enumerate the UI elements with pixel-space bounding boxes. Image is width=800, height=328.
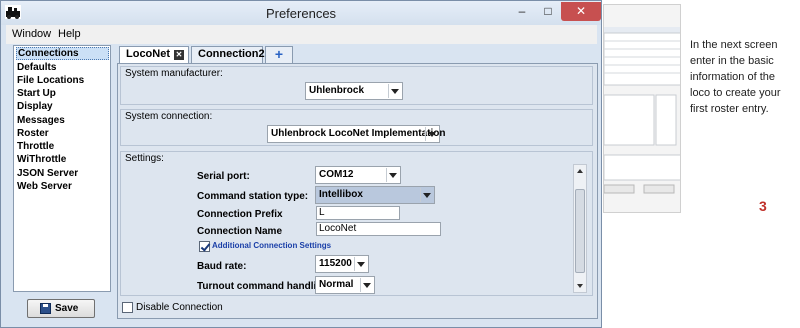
command-station-label: Command station type:: [197, 191, 309, 202]
system-manufacturer-label: System manufacturer:: [125, 68, 223, 79]
sidebar-item-messages[interactable]: Messages: [16, 114, 109, 127]
baud-rate-value: 115200: [319, 258, 352, 269]
sidebar-item-start-up[interactable]: Start Up: [16, 87, 109, 100]
sidebar-item-defaults[interactable]: Defaults: [16, 61, 109, 74]
sidebar-item-web-server[interactable]: Web Server: [16, 180, 109, 193]
save-button[interactable]: Save: [27, 299, 95, 318]
annotation-text: In the next screen enter in the basic in…: [690, 39, 781, 115]
chevron-down-icon: [354, 257, 367, 271]
baud-rate-label: Baud rate:: [197, 261, 247, 272]
connection-name-label: Connection Name: [197, 226, 283, 237]
menu-bar: Window Help: [6, 25, 597, 44]
floppy-disk-icon: [40, 303, 51, 314]
serial-port-label: Serial port:: [197, 171, 250, 182]
sidebar-item-roster[interactable]: Roster: [16, 127, 109, 140]
serial-port-select[interactable]: COM12: [315, 166, 401, 184]
connection-prefix-input[interactable]: L: [316, 206, 400, 220]
tab-loconet-label: LocoNet: [126, 48, 170, 60]
page-number: 3: [759, 198, 767, 214]
additional-settings-checkbox[interactable]: [199, 241, 210, 252]
sidebar-item-connections[interactable]: Connections: [16, 47, 109, 60]
chevron-down-icon: [420, 188, 433, 202]
command-station-value: Intellibox: [319, 189, 363, 200]
settings-label: Settings:: [125, 153, 164, 164]
minimize-button[interactable]: –: [509, 2, 535, 21]
scroll-up-icon[interactable]: [574, 165, 586, 177]
sidebar-item-display[interactable]: Display: [16, 100, 109, 113]
system-connection-label: System connection:: [125, 111, 213, 122]
sidebar-item-file-locations[interactable]: File Locations: [16, 74, 109, 87]
tab-connection2-label: Connection2: [198, 48, 265, 60]
chevron-down-icon: [386, 168, 399, 182]
turnout-handling-label: Turnout command handling:: [197, 281, 332, 292]
scrollbar-thumb[interactable]: [575, 189, 585, 273]
scroll-down-icon[interactable]: [574, 280, 586, 292]
turnout-handling-value: Normal: [319, 279, 354, 290]
sidebar-item-json-server[interactable]: JSON Server: [16, 167, 109, 180]
title-bar[interactable]: Preferences – □ ✕: [1, 1, 601, 25]
tab-loconet[interactable]: LocoNet ✕: [119, 46, 189, 64]
command-station-select[interactable]: Intellibox: [315, 186, 435, 204]
menu-help[interactable]: Help: [58, 28, 81, 40]
connection-name-input[interactable]: LocoNet: [316, 222, 441, 236]
system-manufacturer-value: Uhlenbrock: [309, 85, 365, 96]
serial-port-value: COM12: [319, 169, 354, 180]
next-screen-thumbnail: [603, 4, 681, 213]
chevron-down-icon: [425, 127, 438, 141]
system-connection-select[interactable]: Uhlenbrock LocoNet Implementation: [267, 125, 445, 143]
chevron-down-icon: [360, 278, 373, 292]
chevron-down-icon: [388, 84, 401, 98]
disable-connection-label[interactable]: Disable Connection: [136, 302, 223, 313]
additional-settings-label[interactable]: Additional Connection Settings: [212, 241, 331, 250]
preferences-window: Preferences – □ ✕ Window Help Connection…: [0, 0, 602, 328]
maximize-button[interactable]: □: [535, 2, 561, 21]
system-manufacturer-select[interactable]: Uhlenbrock: [305, 82, 403, 100]
turnout-handling-select[interactable]: Normal: [315, 276, 375, 294]
menu-window[interactable]: Window: [12, 28, 51, 40]
add-connection-tab[interactable]: +: [265, 46, 293, 63]
system-connection-value: Uhlenbrock LocoNet Implementation: [271, 128, 446, 139]
sidebar-item-throttle[interactable]: Throttle: [16, 140, 109, 153]
disable-connection-checkbox[interactable]: [122, 302, 133, 313]
tab-connection2[interactable]: Connection2: [191, 46, 265, 63]
close-tab-icon[interactable]: ✕: [174, 50, 184, 60]
close-button[interactable]: ✕: [561, 2, 601, 21]
save-button-label: Save: [55, 303, 79, 314]
settings-scrollbar[interactable]: [573, 164, 587, 293]
preferences-sidebar: Connections Defaults File Locations Star…: [13, 45, 111, 292]
baud-rate-select[interactable]: 115200: [315, 255, 369, 273]
sidebar-item-withrottle[interactable]: WiThrottle: [16, 153, 109, 166]
connection-prefix-label: Connection Prefix: [197, 209, 283, 220]
